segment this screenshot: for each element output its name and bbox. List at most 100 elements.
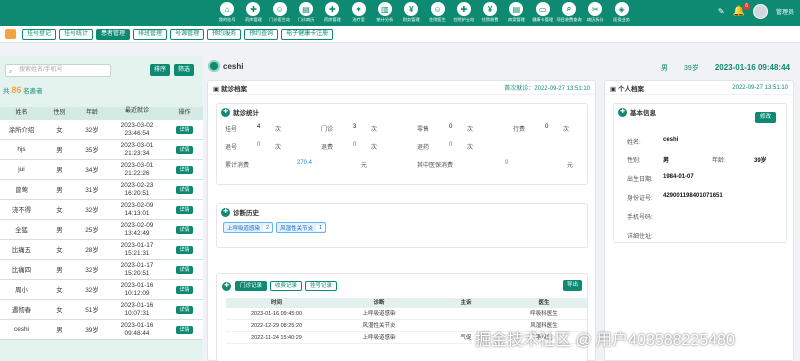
bell-icon[interactable]: 🔔 6 — [733, 3, 750, 17]
tab-0[interactable]: 挂号登记 — [22, 29, 57, 40]
table-cell: 涂所介绍 — [8, 127, 35, 134]
total-label: 累计消费 — [225, 163, 250, 169]
table-row[interactable]: 遇彻春 女 51岁 2023-01-16 10:07:31 详情 — [0, 300, 203, 320]
detail-button[interactable]: 详情 — [176, 125, 193, 134]
nav-item-9[interactable]: ✚ 住院护士站 — [451, 0, 477, 26]
detail-button[interactable]: 详情 — [176, 165, 193, 174]
nav-item-6[interactable]: ▥ 统计分析 — [372, 0, 398, 26]
tab-1[interactable]: 挂号统计 — [59, 29, 94, 40]
notification-badge: 6 — [743, 3, 750, 10]
user-avatar[interactable] — [752, 4, 768, 19]
tab-5[interactable]: 预约服务 — [207, 29, 242, 40]
table-row[interactable]: 周小 女 32岁 2023-01-16 10:12:09 详情 — [0, 280, 203, 300]
diagnosis-history-card: ✚ 诊断历史 上呼吸道感染 2 风湿性关节炎 1 — [216, 203, 588, 248]
patient-avatar — [208, 60, 220, 72]
nav-item-4[interactable]: ✚ 药房管理 — [319, 0, 345, 26]
detail-button[interactable]: 详情 — [176, 225, 193, 234]
detail-button[interactable]: 详情 — [176, 305, 193, 314]
stat-label: 退药 — [417, 145, 430, 151]
detail-button[interactable]: 详情 — [176, 145, 193, 154]
nav-label: 门诊病历 — [297, 17, 315, 22]
nav-item-12[interactable]: ▭ 健康卡管理 — [530, 0, 556, 26]
nav-item-14[interactable]: ✂ 病历拆分 — [582, 0, 608, 26]
table-cell: 2023-01-16 10:07:31 — [120, 301, 154, 317]
table-row[interactable]: 全猛 男 25岁 2023-02-09 13:42:49 详情 — [0, 220, 203, 240]
username[interactable]: 管理员 — [776, 7, 794, 16]
table-cell: 详情 — [166, 145, 203, 154]
table-row[interactable]: 比痛五 女 28岁 2023-01-17 15:21:31 详情 — [0, 240, 203, 260]
table-row[interactable]: jui 男 34岁 2023-03-01 21:22:26 详情 — [0, 160, 203, 180]
detail-button[interactable]: 详情 — [176, 245, 193, 254]
count-suffix: 名患者 — [23, 88, 43, 95]
stats-title: 就诊统计 — [233, 110, 259, 117]
nav-item-11[interactable]: ▤ 病案管理 — [503, 0, 529, 26]
table-cell: 浇不得 — [11, 207, 32, 214]
records-tab-2[interactable]: 挂号记录 — [305, 281, 338, 291]
table-cell: 男 — [56, 147, 63, 154]
nav-item-5[interactable]: ✦ 治疗室 — [345, 0, 371, 26]
patient-age: 39岁 — [684, 65, 699, 72]
tab-3[interactable]: 排班管理 — [133, 29, 168, 40]
age-field: 年龄: 39岁 — [712, 155, 767, 164]
tab-7[interactable]: 电子健康卡注册 — [281, 29, 334, 40]
table-cell: 比痛五 — [11, 247, 32, 254]
table-cell: 31岁 — [85, 187, 99, 194]
diagnosis-chip[interactable]: 风湿性关节炎 1 — [276, 222, 327, 233]
table-row[interactable]: 浇不得 女 32岁 2023-02-09 14:13:01 详情 — [0, 200, 203, 220]
nav-item-7[interactable]: ¥ 财务管理 — [398, 0, 424, 26]
edit-profile-button[interactable]: 修改 — [754, 112, 776, 123]
table-row[interactable]: 比痛四 男 32岁 2023-01-17 15:20:51 详情 — [0, 260, 203, 280]
count-number: 86 — [11, 85, 22, 95]
treatment-icon: ✦ — [351, 2, 366, 16]
home-tab-icon[interactable] — [5, 29, 16, 39]
filter-button[interactable]: 筛选 — [174, 64, 194, 76]
stat-unit: 次 — [563, 127, 570, 133]
nav-item-13[interactable]: ⌕ 项目收费查询 — [556, 0, 582, 26]
stat-label: 退费 — [321, 145, 334, 151]
tab-6[interactable]: 预约查询 — [244, 29, 279, 40]
search-icon: ⌕ — [9, 69, 13, 75]
nav-item-1[interactable]: ✚ 药库管理 — [240, 0, 266, 26]
detail-button[interactable]: 详情 — [176, 185, 193, 194]
table-cell: hjs — [17, 146, 26, 153]
sort-button[interactable]: 排序 — [150, 64, 170, 76]
topbar-actions: ✎ 🔔 6 管理员 — [718, 3, 794, 19]
records-tab-1[interactable]: 收费记录 — [270, 281, 303, 291]
diagnosis-chip[interactable]: 上呼吸道感染 2 — [223, 222, 274, 233]
table-cell: 2023-01-17 15:21:31 — [120, 241, 154, 257]
total-value: 270.4 — [297, 160, 313, 166]
nav-item-8[interactable]: ☺ 住院医生 — [424, 0, 450, 26]
detail-button[interactable]: 详情 — [176, 285, 193, 294]
edit-icon[interactable]: ✎ — [718, 7, 725, 16]
table-row[interactable]: 曾莺 男 31岁 2023-02-23 16:20:51 详情 — [0, 180, 203, 200]
stat-label: 挂号 — [225, 127, 238, 133]
nav-item-0[interactable]: ⌂ 我的挂号 — [214, 0, 240, 26]
tab-4[interactable]: 号源管理 — [170, 29, 205, 40]
detail-button[interactable]: 详情 — [176, 265, 193, 274]
tab-2[interactable]: 患者管理 — [96, 29, 131, 40]
table-cell: 2023-01-17 15:20:51 — [120, 261, 154, 277]
column-header: 操作 — [178, 110, 191, 116]
records-table-header: 时间 诊断 主诉 医生 — [226, 298, 587, 308]
records-tab-0[interactable]: 门诊记录 — [235, 281, 268, 291]
stat-unit: 次 — [371, 127, 378, 133]
table-cell: 34岁 — [85, 167, 99, 174]
export-button[interactable]: 导出 — [562, 280, 582, 291]
record-icon: ▤ — [299, 2, 314, 16]
visit-stats-card: ✚ 就诊统计 挂号 4 次门诊 3 次零售 0 次行费 0 次退号 0 次退费 0 次退药 0 次累计消费 27… — [216, 103, 588, 185]
detail-button[interactable]: 详情 — [176, 205, 193, 214]
table-cell: 详情 — [166, 245, 203, 254]
nav-item-15[interactable]: ◈ 医保业务 — [608, 0, 634, 26]
table-row[interactable]: hjs 男 35岁 2023-03-01 21:23:34 详情 — [0, 140, 203, 160]
search-input[interactable]: ⌕ 搜索姓名/手机号 — [5, 64, 111, 77]
table-row[interactable]: 涂所介绍 女 32岁 2023-03-02 23:46:54 详情 — [0, 120, 203, 140]
stat-value: 0 — [449, 142, 453, 148]
table-row[interactable]: ceshi 男 39岁 2023-01-16 09:48:44 详情 — [0, 320, 203, 340]
nav-item-3[interactable]: ▤ 门诊病历 — [293, 0, 319, 26]
billing-icon: ¥ — [483, 2, 498, 16]
detail-button[interactable]: 详情 — [176, 325, 193, 334]
stat-value: 0 — [257, 142, 261, 148]
nav-item-10[interactable]: ¥ 住院收费 — [477, 0, 503, 26]
nav-item-2[interactable]: ☺ 门诊医生站 — [267, 0, 293, 26]
table-row[interactable]: 2023-01-16 09:45:00 上呼吸道感染 呼吸科医生 — [226, 308, 587, 320]
